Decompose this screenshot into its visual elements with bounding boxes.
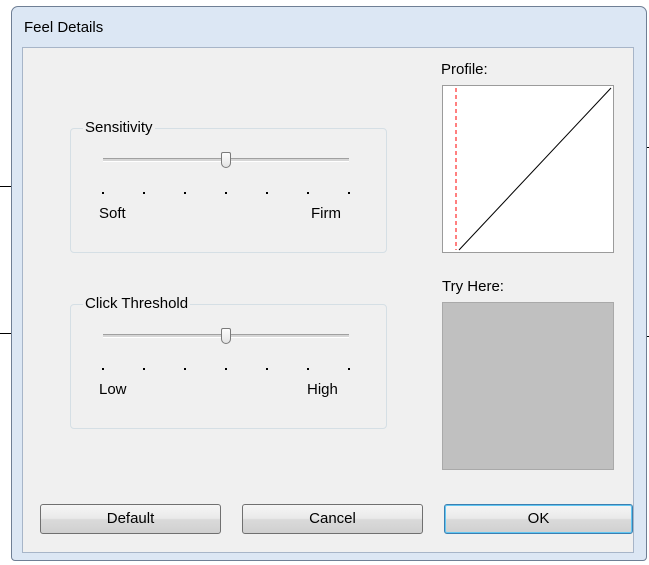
click-threshold-tick xyxy=(225,368,227,370)
click-threshold-group: Click Threshold Low High xyxy=(70,295,387,429)
ok-button[interactable]: OK xyxy=(444,504,633,534)
click-threshold-tick xyxy=(307,368,309,370)
profile-curve-line xyxy=(458,87,612,251)
click-threshold-tick xyxy=(143,368,145,370)
sensitivity-group-label: Sensitivity xyxy=(83,119,155,136)
click-threshold-group-label: Click Threshold xyxy=(83,295,191,312)
sensitivity-tick xyxy=(225,192,227,194)
click-threshold-min-label: Low xyxy=(99,381,127,398)
try-here-label: Try Here: xyxy=(442,278,504,295)
default-button[interactable]: Default xyxy=(40,504,221,534)
profile-graph xyxy=(442,85,614,253)
sensitivity-tick xyxy=(143,192,145,194)
window-title: Feel Details xyxy=(24,19,104,36)
click-threshold-tick xyxy=(348,368,350,370)
profile-label: Profile: xyxy=(441,61,488,78)
try-here-area[interactable] xyxy=(442,302,614,470)
sensitivity-tick xyxy=(307,192,309,194)
title-bar[interactable]: Feel Details xyxy=(12,7,646,47)
cancel-button[interactable]: Cancel xyxy=(242,504,423,534)
sensitivity-min-label: Soft xyxy=(99,205,126,222)
feel-details-dialog: Feel Details Sensitivity Soft Firm Click… xyxy=(11,6,647,561)
sensitivity-tick xyxy=(102,192,104,194)
dialog-client-area: Sensitivity Soft Firm Click Threshold Lo… xyxy=(22,47,634,553)
profile-curve-plot xyxy=(455,87,612,251)
sensitivity-max-label: Firm xyxy=(311,205,341,222)
click-threshold-slider-thumb[interactable] xyxy=(221,328,231,344)
sensitivity-tick xyxy=(266,192,268,194)
click-threshold-tick xyxy=(102,368,104,370)
sensitivity-group: Sensitivity Soft Firm xyxy=(70,119,387,253)
click-threshold-tick xyxy=(184,368,186,370)
click-threshold-tick xyxy=(266,368,268,370)
click-threshold-max-label: High xyxy=(307,381,338,398)
sensitivity-slider-thumb[interactable] xyxy=(221,152,231,168)
sensitivity-tick xyxy=(184,192,186,194)
sensitivity-tick xyxy=(348,192,350,194)
